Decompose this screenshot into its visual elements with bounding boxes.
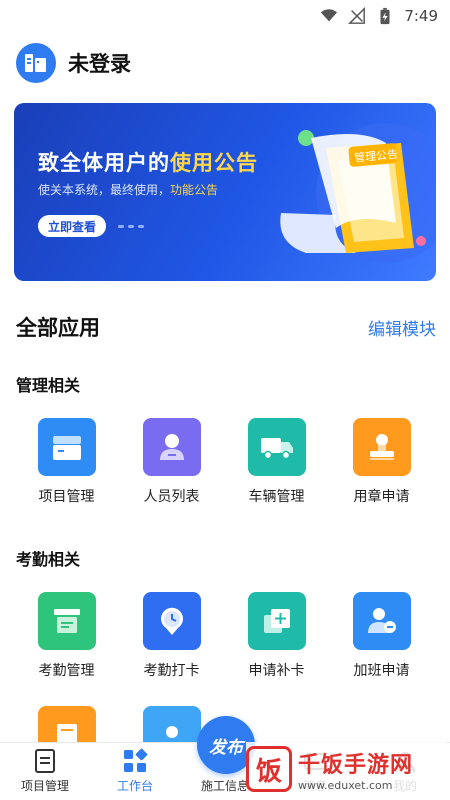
app-project-management[interactable]: 项目管理 xyxy=(14,418,119,506)
banner-title-highlight: 使用公告 xyxy=(170,151,258,175)
banner-subtitle-prefix: 使关本系统，最终使用， xyxy=(38,183,171,197)
edit-modules-link[interactable]: 编辑模块 xyxy=(368,315,436,340)
grid-apps-icon xyxy=(124,748,148,772)
nav-item-project-management[interactable]: 项目管理 xyxy=(0,743,90,800)
nav-item-workbench[interactable]: 工作台 xyxy=(90,743,180,800)
app-overtime-request[interactable]: 加班申请 xyxy=(329,592,434,680)
banner-subtitle: 使关本系统，最终使用，功能公告 xyxy=(38,181,218,198)
watermark: 饭 千饭手游网 www.eduxet.com xyxy=(246,742,446,796)
decorative-dashes xyxy=(118,225,144,228)
announcement-board-illustration: 管理公告 xyxy=(280,123,436,263)
announcement-banner[interactable]: 管理公告 致全体用户的使用公告 使关本系统，最终使用，功能公告 立即查看 xyxy=(14,103,436,281)
status-bar: 7:49 xyxy=(0,0,450,32)
all-apps-header: 全部应用 编辑模块 xyxy=(16,312,436,342)
all-apps-title: 全部应用 xyxy=(16,316,100,340)
view-now-button[interactable]: 立即查看 xyxy=(38,215,107,237)
nav-label: 项目管理 xyxy=(20,779,69,793)
wifi-icon xyxy=(321,9,338,22)
app-grid-attendance: 考勤管理 考勤打卡 申请补卡 加班申请 xyxy=(0,592,450,680)
banner-title: 致全体用户的使用公告 xyxy=(38,147,258,177)
app-vehicle-management[interactable]: 车辆管理 xyxy=(224,418,329,506)
group-title-management: 管理相关 xyxy=(16,376,81,395)
group-title-attendance: 考勤相关 xyxy=(16,550,81,569)
clock-icon xyxy=(142,592,201,650)
app-label: 加班申请 xyxy=(353,663,410,679)
app-label: 人员列表 xyxy=(143,489,200,505)
login-status-title[interactable]: 未登录 xyxy=(68,48,131,78)
app-logo-icon[interactable] xyxy=(16,43,56,83)
watermark-main: 千饭手游网 xyxy=(298,752,414,778)
person-icon xyxy=(142,418,201,476)
banner-subtitle-highlight: 功能公告 xyxy=(170,183,219,197)
stamp-icon xyxy=(352,418,411,476)
nav-label: 工作台 xyxy=(116,779,153,793)
app-label: 申请补卡 xyxy=(248,663,305,679)
nav-label: 施工信息 xyxy=(200,779,249,793)
banner-title-prefix: 致全体用户的 xyxy=(38,151,170,175)
app-label: 项目管理 xyxy=(38,489,95,505)
app-label: 考勤打卡 xyxy=(143,663,200,679)
app-makeup-card[interactable]: 申请补卡 xyxy=(224,592,329,680)
add-card-icon xyxy=(247,592,306,650)
overtime-person-icon xyxy=(352,592,411,650)
watermark-seal: 饭 xyxy=(246,746,292,792)
signal-icon xyxy=(348,7,366,24)
document-list-icon xyxy=(35,749,55,773)
battery-icon xyxy=(380,7,390,25)
attendance-board-icon xyxy=(37,592,96,650)
app-grid-management: 项目管理 人员列表 车辆管理 用章申请 xyxy=(0,418,450,506)
truck-icon xyxy=(247,418,306,476)
app-staff-list[interactable]: 人员列表 xyxy=(119,418,224,506)
app-label: 考勤管理 xyxy=(38,663,95,679)
status-time: 7:49 xyxy=(404,7,438,25)
app-label: 用章申请 xyxy=(353,489,410,505)
app-label: 车辆管理 xyxy=(248,489,305,505)
watermark-text: 千饭手游网 www.eduxet.com xyxy=(298,747,413,792)
app-attendance-management[interactable]: 考勤管理 xyxy=(14,592,119,680)
briefcase-icon xyxy=(37,418,96,476)
app-seal-request[interactable]: 用章申请 xyxy=(329,418,434,506)
header: 未登录 xyxy=(0,32,450,88)
watermark-url: www.eduxet.com xyxy=(298,778,393,792)
app-attendance-clockin[interactable]: 考勤打卡 xyxy=(119,592,224,680)
